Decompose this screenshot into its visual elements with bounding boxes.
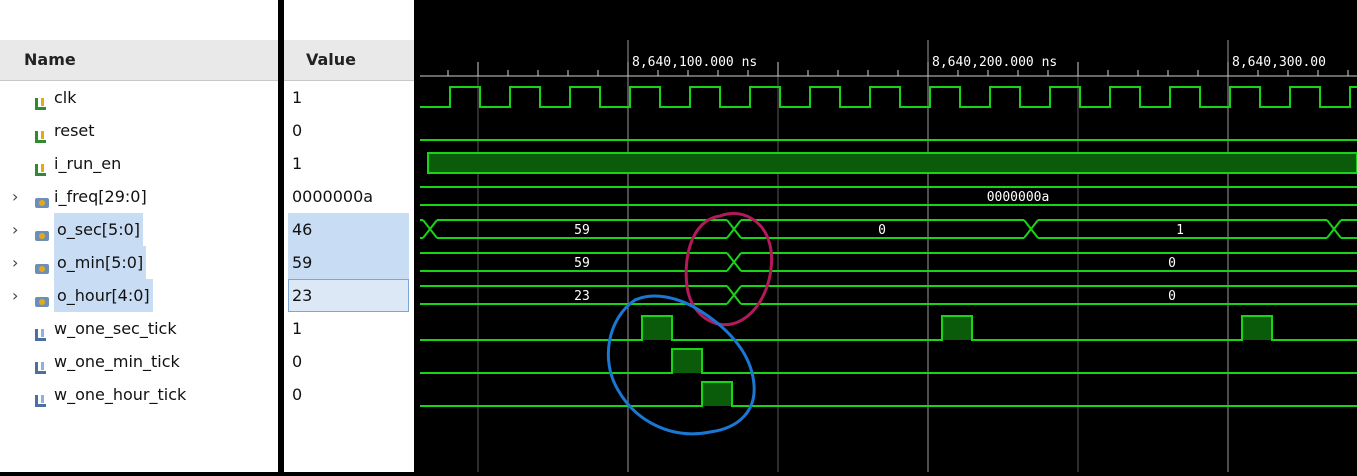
name-panel-toolbar-area (0, 0, 278, 40)
signal-value: 1 (292, 88, 303, 107)
signal-value-row[interactable]: 46 (284, 213, 414, 246)
signal-row[interactable]: › o_hour[4:0] (0, 279, 278, 312)
signal-name-cell: o_sec[5:0] (34, 213, 143, 246)
signal-row[interactable]: w_one_min_tick (0, 345, 278, 378)
value-panel: Value 1 0 1 0000000a 46 59 23 1 0 0 (284, 0, 414, 472)
bit-signal-icon (34, 123, 48, 143)
signal-row[interactable]: › i_freq[29:0] (0, 180, 278, 213)
signal-value-row[interactable]: 1 (284, 81, 414, 114)
signal-row[interactable]: clk (0, 81, 278, 114)
expand-chevron-icon[interactable]: › (12, 213, 18, 246)
signal-value: 23 (292, 286, 313, 305)
signal-name: o_min[5:0] (54, 246, 147, 279)
signal-value-row[interactable]: 0 (284, 378, 414, 411)
wire-signal-icon (34, 321, 48, 341)
signal-name: clk (54, 88, 77, 107)
value-panel-toolbar-area (284, 0, 414, 40)
expand-chevron-icon[interactable]: › (12, 246, 18, 279)
signal-value-row[interactable]: 1 (284, 147, 414, 180)
signal-value-row[interactable]: 59 (284, 246, 414, 279)
signal-row[interactable]: i_run_en (0, 147, 278, 180)
signal-value: 0000000a (292, 187, 374, 206)
freq-bus-label: 0000000a (987, 190, 1050, 205)
signal-value: 1 (292, 154, 303, 173)
sec-bus-label: 0 (878, 223, 886, 238)
signal-name: w_one_hour_tick (54, 385, 187, 404)
sec-tick-pulse (942, 316, 972, 340)
signal-value-row[interactable]: 0000000a (284, 180, 414, 213)
signal-row[interactable]: › o_sec[5:0] (0, 213, 278, 246)
time-marker-label: 8,640,100.000 ns (632, 55, 757, 70)
hour-tick-pulse (702, 382, 732, 406)
signal-value: 59 (292, 253, 313, 272)
signal-name: o_sec[5:0] (54, 213, 143, 246)
signal-row[interactable]: w_one_sec_tick (0, 312, 278, 345)
waveform-canvas[interactable]: 8,640,100.000 ns 8,640,200.000 ns 8,640,30… (420, 0, 1357, 472)
sec-tick-waveform (420, 315, 1357, 341)
name-column-header[interactable]: Name (0, 40, 278, 81)
signal-name-cell: w_one_hour_tick (34, 378, 186, 411)
signal-value-row[interactable]: 1 (284, 312, 414, 345)
name-panel: Name clk reset i_run_en › i_freq[29:0] › o_sec… (0, 0, 278, 472)
signal-name: w_one_sec_tick (54, 319, 177, 338)
signal-value: 0 (292, 121, 303, 140)
signal-row[interactable]: w_one_hour_tick (0, 378, 278, 411)
signal-value-row[interactable]: 0 (284, 114, 414, 147)
signal-row[interactable]: › o_min[5:0] (0, 246, 278, 279)
sec-bus-label: 59 (574, 223, 590, 238)
wire-signal-icon (34, 354, 48, 374)
signal-name-cell: o_hour[4:0] (34, 279, 153, 312)
signal-name-cell: reset (34, 114, 95, 147)
bus-signal-icon (34, 288, 49, 307)
bus-signal-icon (34, 255, 49, 274)
signal-value: 46 (292, 220, 313, 239)
signal-name-cell: w_one_sec_tick (34, 312, 177, 345)
hour-tick-waveform (420, 381, 1357, 407)
min-tick-pulse (672, 349, 702, 373)
min-tick-waveform (420, 348, 1357, 374)
time-marker-label: 8,640,300.00 (1232, 55, 1326, 70)
signal-row[interactable]: reset (0, 114, 278, 147)
sec-bus-label: 1 (1176, 223, 1184, 238)
signal-name-cell: w_one_min_tick (34, 345, 180, 378)
signal-name: o_hour[4:0] (54, 279, 153, 312)
run-en-waveform (427, 152, 1357, 174)
signal-value: 0 (292, 352, 303, 371)
signal-value: 1 (292, 319, 303, 338)
min-bus-label: 59 (574, 256, 590, 271)
signal-name: i_run_en (54, 154, 122, 173)
time-marker-label: 8,640,200.000 ns (932, 55, 1057, 70)
signal-value-row[interactable]: 23 (284, 279, 414, 312)
signal-value-row[interactable]: 0 (284, 345, 414, 378)
bit-signal-icon (34, 90, 48, 110)
wire-signal-icon (34, 387, 48, 407)
signal-name-cell: clk (34, 81, 77, 114)
signal-name: w_one_min_tick (54, 352, 180, 371)
signal-name-cell: i_freq[29:0] (34, 180, 147, 213)
hour-bus-label: 23 (574, 289, 590, 304)
expand-chevron-icon[interactable]: › (12, 180, 18, 213)
value-column-header[interactable]: Value (284, 40, 414, 81)
signal-value: 0 (292, 385, 303, 404)
clk-waveform (420, 86, 1357, 108)
signal-name-cell: i_run_en (34, 147, 121, 180)
sec-tick-pulse (1242, 316, 1272, 340)
waveform-viewer[interactable]: 8,640,100.000 ns 8,640,200.000 ns 8,640,30… (420, 0, 1357, 472)
sec-tick-pulse (642, 316, 672, 340)
expand-chevron-icon[interactable]: › (12, 279, 18, 312)
bus-signal-icon (34, 189, 49, 208)
signal-name: reset (54, 121, 95, 140)
min-bus-label: 0 (1168, 256, 1176, 271)
bit-signal-icon (34, 156, 48, 176)
signal-name: i_freq[29:0] (54, 187, 147, 206)
signal-name-cell: o_min[5:0] (34, 246, 147, 279)
hour-bus-label: 0 (1168, 289, 1176, 304)
bus-signal-icon (34, 222, 49, 241)
